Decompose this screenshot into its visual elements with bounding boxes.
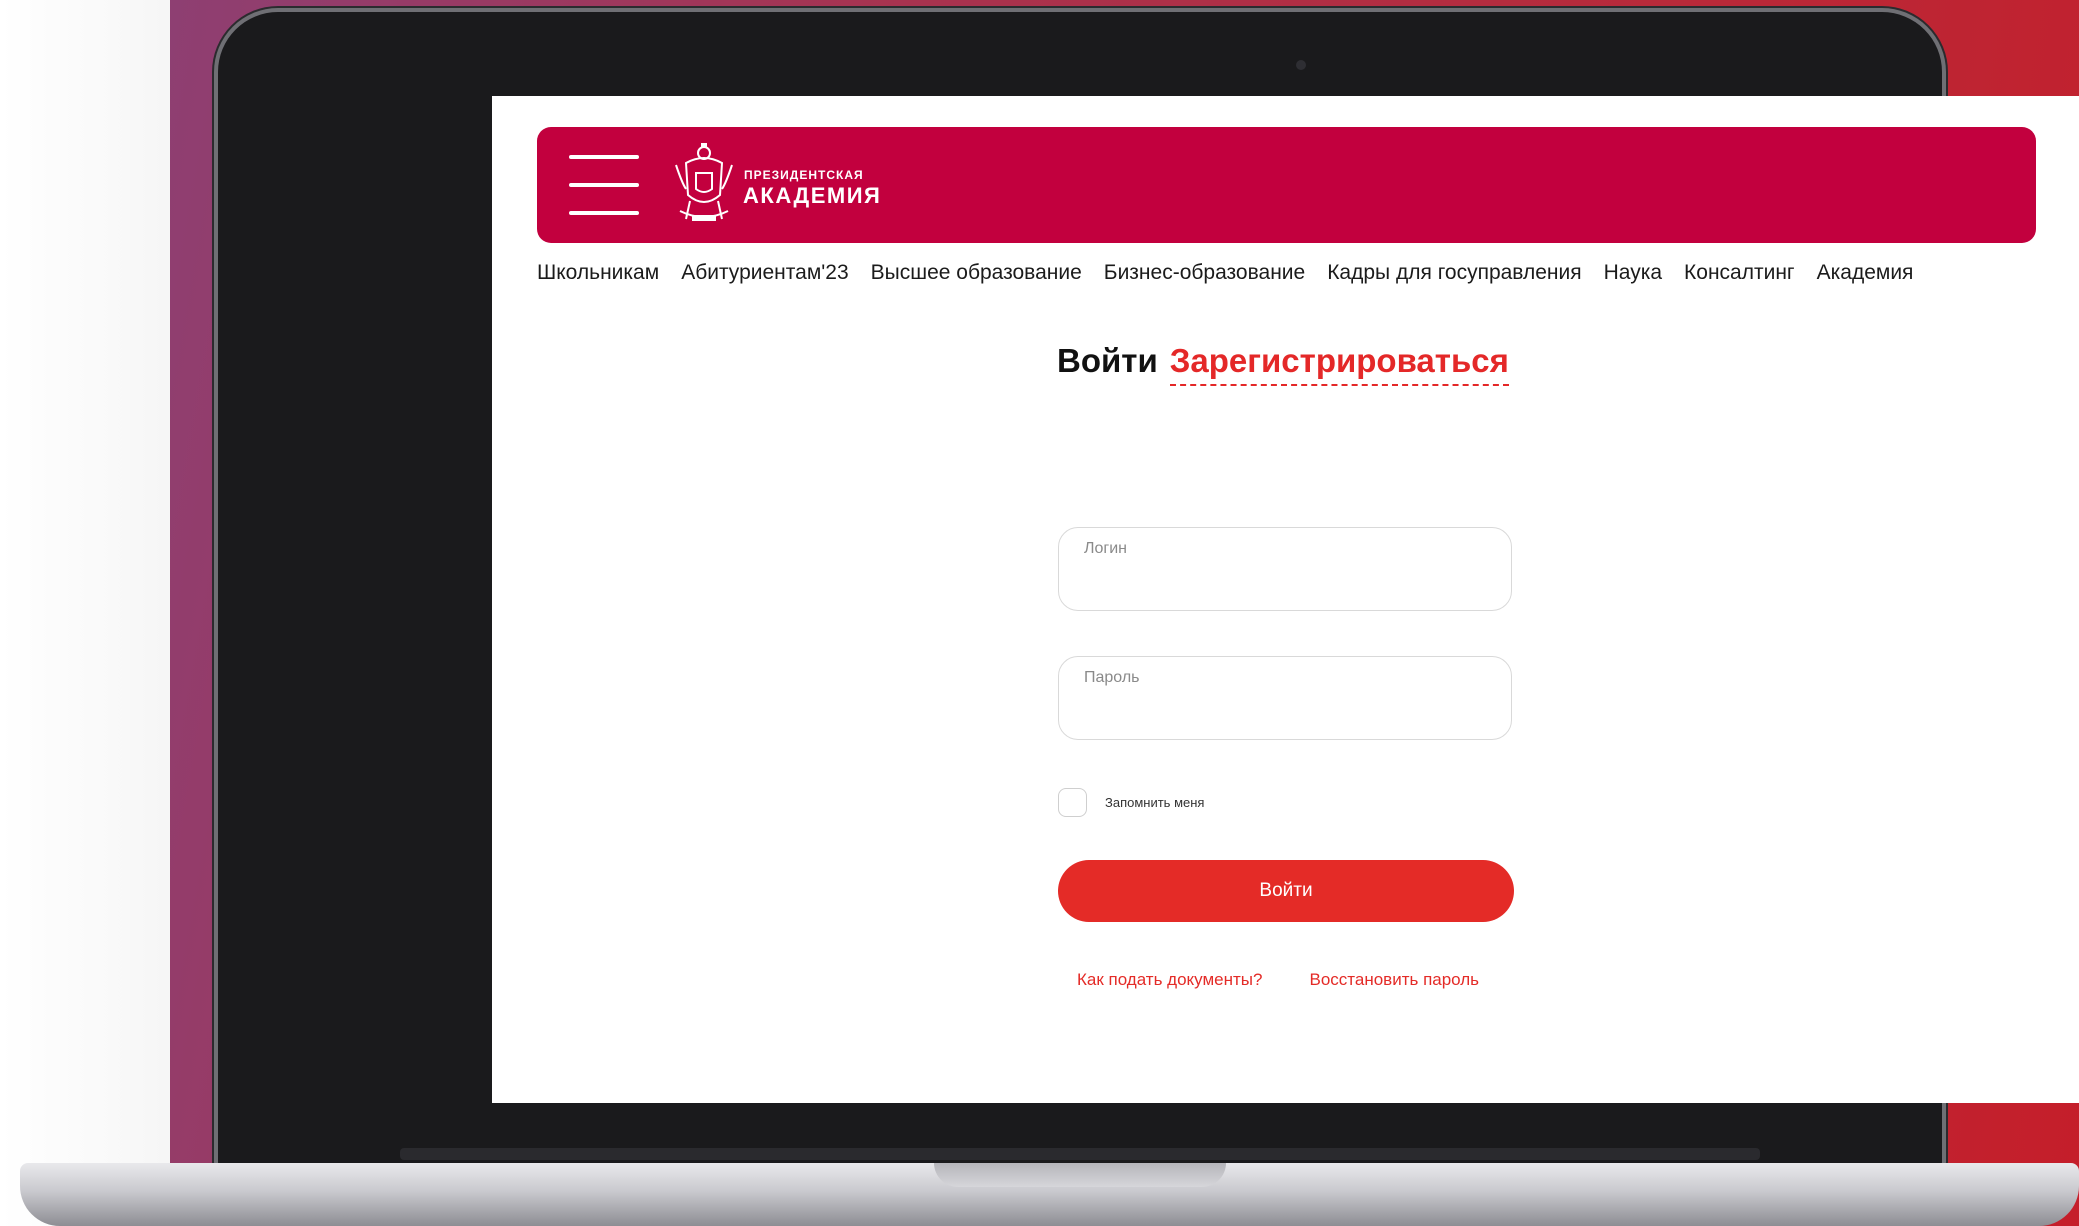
password-field-label: Пароль — [1084, 669, 1140, 686]
burger-menu-icon[interactable] — [569, 153, 639, 217]
laptop-lid: ПРЕЗИДЕНТСКАЯ АКАДЕМИЯ Школьникам Абитур… — [218, 12, 2079, 1172]
nav-item-business-education[interactable]: Бизнес-образование — [1104, 261, 1305, 285]
laptop-hinge — [400, 1148, 1760, 1160]
academy-logo[interactable]: ПРЕЗИДЕНТСКАЯ АКАДЕМИЯ — [672, 139, 892, 229]
nav-item-science[interactable]: Наука — [1604, 261, 1662, 285]
site-header: ПРЕЗИДЕНТСКАЯ АКАДЕМИЯ — [537, 127, 2036, 243]
main-navigation: Школьникам Абитуриентам'23 Высшее образо… — [537, 258, 1935, 288]
nav-item-government-personnel[interactable]: Кадры для госуправления — [1327, 261, 1581, 285]
remember-me-checkbox[interactable] — [1058, 787, 1087, 817]
camera-icon — [1296, 60, 1306, 70]
nav-item-applicants[interactable]: Абитуриентам'23 — [681, 261, 848, 285]
laptop-base-notch — [934, 1163, 1226, 1187]
password-input[interactable] — [1083, 695, 1487, 729]
login-input[interactable] — [1083, 566, 1487, 600]
logo-caption-small: ПРЕЗИДЕНТСКАЯ — [744, 168, 864, 182]
password-field[interactable]: Пароль — [1058, 656, 1512, 740]
left-white-area — [0, 0, 170, 1226]
nav-item-schoolchildren[interactable]: Школьникам — [537, 261, 659, 285]
logo-caption-big: АКАДЕМИЯ — [743, 183, 882, 208]
login-field[interactable]: Логин — [1058, 527, 1512, 611]
auth-tabs: Войти Зарегистрироваться — [1057, 342, 1509, 392]
help-links: Как подать документы? Восстановить парол… — [1077, 970, 1526, 990]
login-field-label: Логин — [1084, 540, 1128, 557]
nav-item-consulting[interactable]: Консалтинг — [1684, 261, 1795, 285]
tab-register[interactable]: Зарегистрироваться — [1169, 342, 1509, 386]
laptop-screen: ПРЕЗИДЕНТСКАЯ АКАДЕМИЯ Школьникам Абитур… — [492, 96, 2079, 1103]
coat-of-arms-icon — [675, 143, 733, 221]
nav-item-academy[interactable]: Академия — [1817, 261, 1914, 285]
restore-password-link[interactable]: Восстановить пароль — [1309, 970, 1479, 990]
login-submit-button[interactable]: Войти — [1058, 860, 1514, 922]
remember-me-label: Запомнить меня — [1105, 794, 1205, 810]
nav-item-higher-education[interactable]: Высшее образование — [871, 261, 1082, 285]
remember-me[interactable]: Запомнить меня — [1058, 786, 1204, 818]
tab-login[interactable]: Войти — [1057, 342, 1158, 380]
how-to-submit-documents-link[interactable]: Как подать документы? — [1077, 970, 1262, 990]
